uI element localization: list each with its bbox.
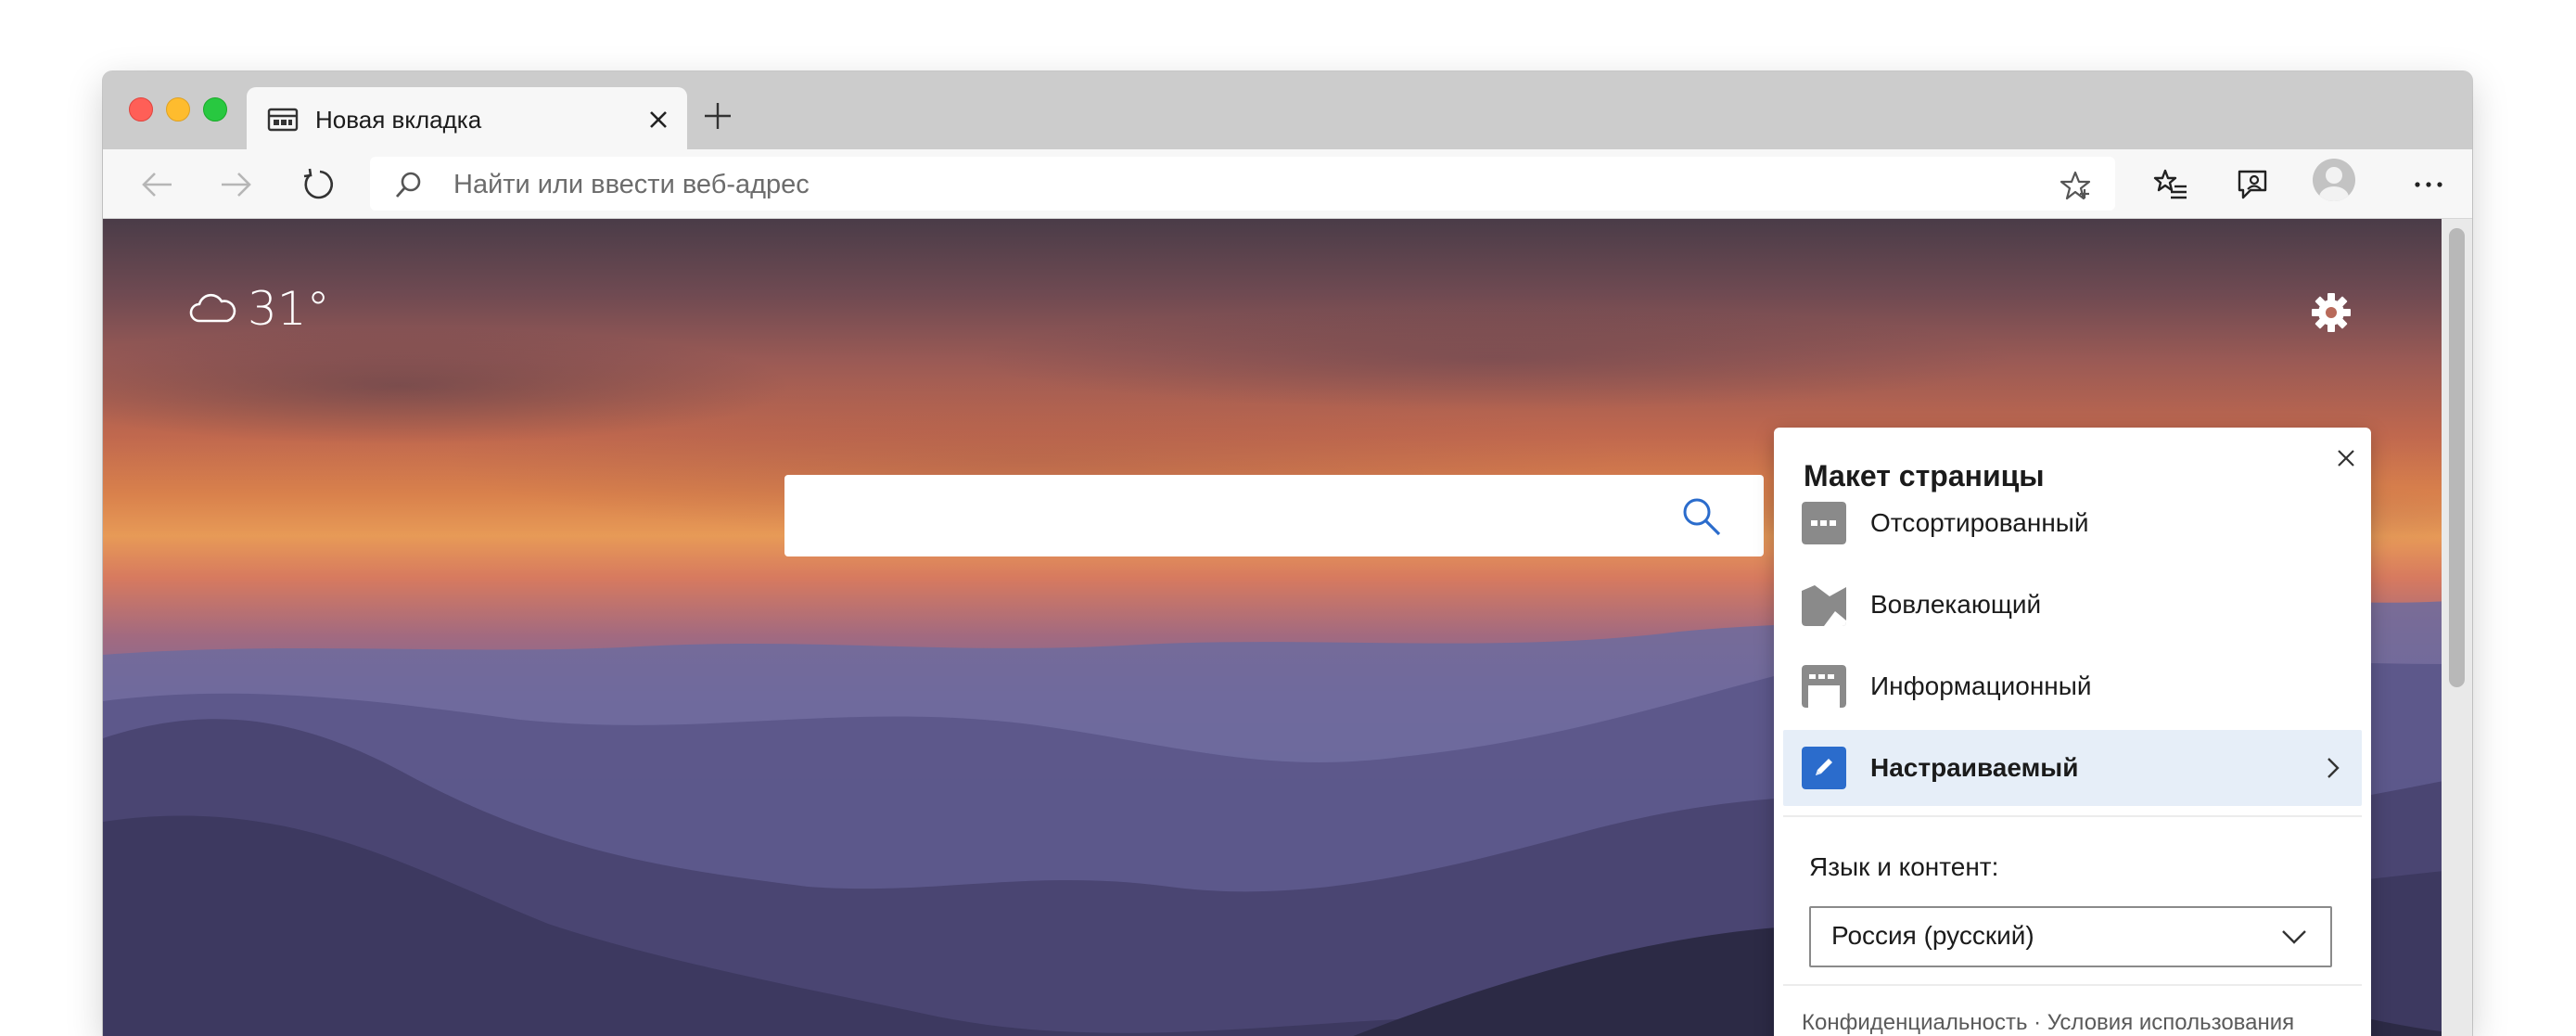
panel-divider: [1783, 815, 2362, 817]
person-icon: [2319, 167, 2349, 201]
layout-option-custom[interactable]: Настраиваемый: [1783, 730, 2362, 806]
chevron-down-icon: [2282, 930, 2306, 944]
page-layout-panel: Макет страницы Отсортированный Вовлекающ…: [1774, 428, 2371, 1036]
scrollbar-thumb[interactable]: [2449, 228, 2465, 687]
cloud-icon: [189, 293, 236, 323]
search-icon: [395, 172, 421, 198]
web-search-box[interactable]: [784, 475, 1764, 556]
panel-footer: Конфиденциальность · Условия использован…: [1802, 1010, 2294, 1036]
footer-separator: ·: [2027, 1010, 2047, 1035]
gear-icon[interactable]: [2310, 291, 2353, 334]
address-bar[interactable]: [370, 157, 2115, 211]
new-tab-page: 31° Макет страницы Отсортированный Вовле…: [103, 219, 2472, 1036]
layout-option-label: Настраиваемый: [1870, 753, 2079, 782]
more-options-icon[interactable]: [2410, 166, 2447, 203]
refresh-icon[interactable]: [300, 166, 337, 203]
close-tab-icon[interactable]: [647, 109, 670, 131]
panel-divider: [1783, 984, 2362, 986]
web-search-input[interactable]: [807, 493, 1664, 540]
language-content-label: Язык и контент:: [1809, 852, 1999, 881]
close-window-button[interactable]: [129, 97, 153, 122]
layout-option-inspirational[interactable]: Вовлекающий: [1783, 567, 2362, 643]
address-input[interactable]: [452, 168, 2032, 201]
layout-option-label: Информационный: [1870, 671, 2092, 700]
layout-option-focused[interactable]: Отсортированный: [1783, 485, 2362, 561]
profile-avatar[interactable]: [2313, 159, 2355, 201]
language-select-value: Россия (русский): [1831, 921, 2034, 950]
new-tab-page-icon: [267, 108, 299, 132]
new-tab-plus-icon[interactable]: [702, 100, 733, 132]
layout-option-label: Вовлекающий: [1870, 590, 2042, 619]
zoom-window-button[interactable]: [203, 97, 227, 122]
privacy-link[interactable]: Конфиденциальность: [1802, 1010, 2027, 1035]
back-arrow-icon[interactable]: [138, 166, 175, 203]
close-icon[interactable]: [2334, 446, 2358, 470]
tab-new-tab[interactable]: Новая вкладка: [247, 87, 687, 150]
layout-option-label: Отсортированный: [1870, 508, 2089, 537]
informational-layout-icon: [1802, 665, 1846, 708]
favorites-icon[interactable]: [2152, 166, 2189, 203]
toolbar: [103, 149, 2472, 219]
terms-link[interactable]: Условия использования: [2047, 1010, 2294, 1035]
inspirational-layout-icon: [1802, 583, 1846, 626]
minimize-window-button[interactable]: [166, 97, 190, 122]
layout-option-informational[interactable]: Информационный: [1783, 648, 2362, 724]
weather-temperature: 31°: [248, 282, 330, 336]
chevron-right-icon: [2327, 758, 2340, 778]
tab-title: Новая вкладка: [315, 106, 482, 134]
vertical-scrollbar[interactable]: [2442, 219, 2472, 1036]
focused-layout-icon: [1802, 502, 1846, 544]
custom-layout-icon: [1802, 747, 1846, 789]
forward-arrow-icon[interactable]: [218, 166, 255, 203]
add-favorite-star-icon[interactable]: [2060, 170, 2091, 201]
language-select[interactable]: Россия (русский): [1809, 906, 2332, 967]
feedback-icon[interactable]: [2234, 166, 2271, 203]
search-icon[interactable]: [1680, 495, 1723, 538]
browser-window: Новая вкладка Найти или ввести веб-адрес…: [103, 71, 2472, 1036]
